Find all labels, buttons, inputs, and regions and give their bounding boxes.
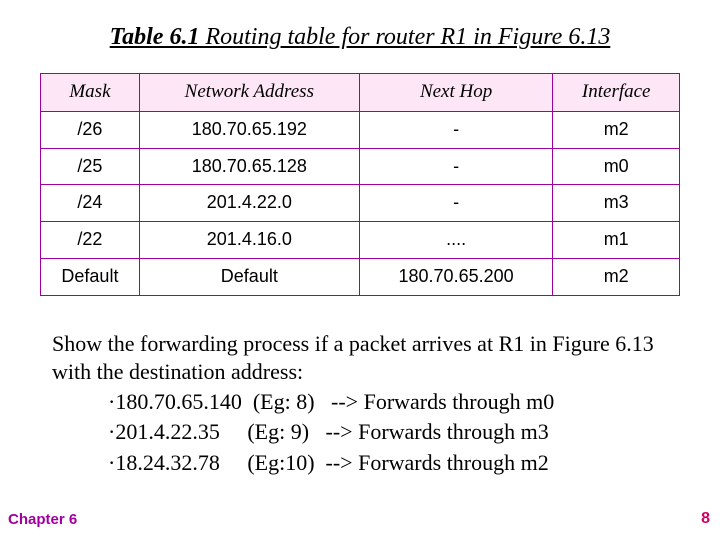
cell-mask: /26 (41, 111, 140, 148)
table-header-row: Mask Network Address Next Hop Interface (41, 74, 680, 112)
cell-hop: - (359, 148, 553, 185)
table-row: /26 180.70.65.192 - m2 (41, 111, 680, 148)
cell-hop: 180.70.65.200 (359, 259, 553, 296)
cell-mask: /25 (41, 148, 140, 185)
cell-mask: Default (41, 259, 140, 296)
problem-text: Show the forwarding process if a packet … (52, 330, 668, 477)
col-interface: Interface (553, 74, 680, 112)
cell-mask: /24 (41, 185, 140, 222)
cell-iface: m0 (553, 148, 680, 185)
cell-hop: .... (359, 222, 553, 259)
routing-table: Mask Network Address Next Hop Interface … (40, 73, 680, 296)
table-row: /22 201.4.16.0 .... m1 (41, 222, 680, 259)
cell-net: 180.70.65.192 (139, 111, 359, 148)
table-caption: Table 6.1 Routing table for router R1 in… (40, 24, 680, 51)
footer-chapter: Chapter 6 (8, 511, 77, 528)
example-line: ·18.24.32.78 (Eg:10) --> Forwards throug… (108, 449, 668, 477)
cell-hop: - (359, 111, 553, 148)
example-line: ·201.4.22.35 (Eg: 9) --> Forwards throug… (108, 418, 668, 446)
cell-net: 201.4.22.0 (139, 185, 359, 222)
cell-net: 201.4.16.0 (139, 222, 359, 259)
col-next-hop: Next Hop (359, 74, 553, 112)
cell-iface: m3 (553, 185, 680, 222)
cell-net: 180.70.65.128 (139, 148, 359, 185)
page-number: 8 (701, 510, 710, 528)
caption-rest: Routing table for router R1 in Figure 6.… (199, 24, 610, 50)
cell-mask: /22 (41, 222, 140, 259)
problem-lead: Show the forwarding process if a packet … (52, 330, 668, 386)
example-line: ·180.70.65.140 (Eg: 8) --> Forwards thro… (108, 388, 668, 416)
table-row: Default Default 180.70.65.200 m2 (41, 259, 680, 296)
cell-iface: m1 (553, 222, 680, 259)
col-network-address: Network Address (139, 74, 359, 112)
col-mask: Mask (41, 74, 140, 112)
slide: Table 6.1 Routing table for router R1 in… (0, 0, 720, 540)
table-row: /25 180.70.65.128 - m0 (41, 148, 680, 185)
cell-iface: m2 (553, 259, 680, 296)
cell-net: Default (139, 259, 359, 296)
cell-hop: - (359, 185, 553, 222)
caption-label: Table 6.1 (110, 24, 200, 50)
cell-iface: m2 (553, 111, 680, 148)
table-row: /24 201.4.22.0 - m3 (41, 185, 680, 222)
